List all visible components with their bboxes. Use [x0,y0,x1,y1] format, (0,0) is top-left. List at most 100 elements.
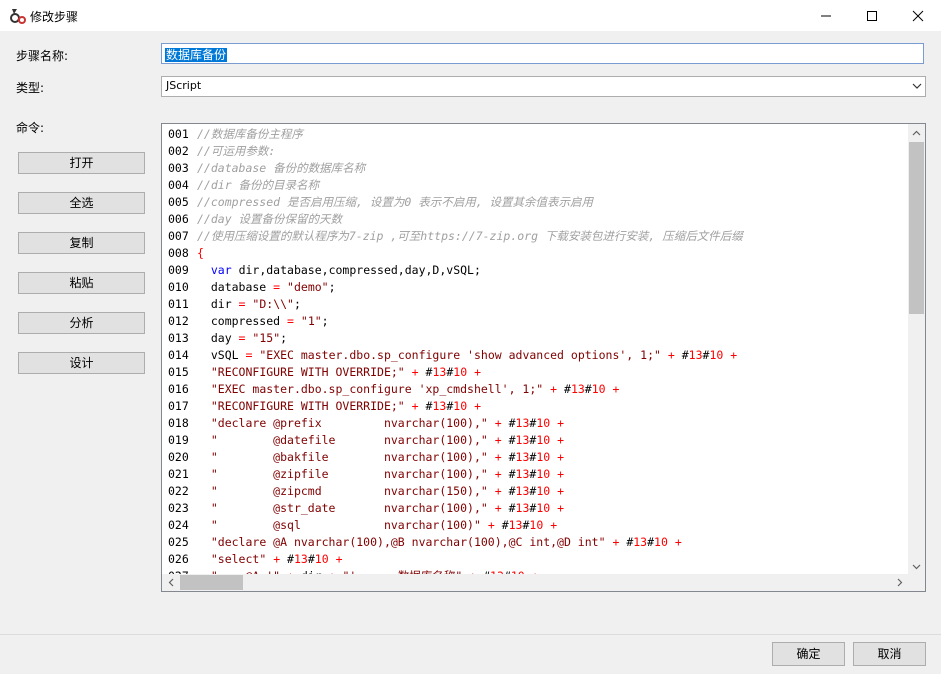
code-token: 13 [515,416,530,430]
horizontal-scrollbar[interactable] [162,574,908,591]
type-select[interactable]: JScript [161,76,926,97]
code-line[interactable]: 001 //数据库备份主程序 [168,126,908,143]
code-token: # [501,416,516,430]
code-token: + [550,518,558,532]
window-title: 修改步骤 [30,10,79,24]
code-line[interactable]: 002 //可运用参数: [168,143,908,160]
code-line[interactable]: 012 compressed = "1"; [168,313,908,330]
code-line[interactable]: 014 vSQL = "EXEC master.dbo.sp_configure… [168,347,908,364]
code-token: " @datefile nvarchar(100)," [210,433,488,447]
line-number: 001 [168,127,189,141]
code-token: 10 [529,518,544,532]
code-line[interactable]: 017 "RECONFIGURE WITH OVERRIDE;" + #13#1… [168,398,908,415]
close-button[interactable] [895,0,941,31]
code-area[interactable]: 001 //数据库备份主程序 002 //可运用参数: 003 //database 备份… [168,126,908,574]
code-token: + [494,484,502,498]
scroll-up-icon[interactable] [908,124,925,141]
scrollbar-corner [908,574,925,591]
code-token: //使用压缩设置的默认程序为7-zip ,可至https://7-zip.org… [197,229,743,243]
code-token: # [307,552,315,566]
code-line[interactable]: 008 { [168,245,908,262]
cancel-button[interactable]: 取消 [853,642,926,666]
code-token: # [501,484,516,498]
step-name-input[interactable]: 数据库备份 [161,43,924,64]
scroll-left-icon[interactable] [162,574,179,591]
code-line[interactable]: 007 //使用压缩设置的默认程序为7-zip ,可至https://7-zip.… [168,228,908,245]
maximize-icon [867,10,877,21]
code-token: + [474,365,481,379]
app-icon [9,7,27,25]
paste-button[interactable]: 粘贴 [18,272,145,294]
code-line[interactable]: 005 //compressed 是否启用压缩, 设置为0 表示不启用, 设置其余… [168,194,908,211]
code-token: 10 [654,535,668,549]
copy-button[interactable]: 复制 [18,232,145,254]
code-line[interactable]: 006 //day 设置备份保留的天数 [168,211,908,228]
vertical-scrollbar[interactable] [908,124,925,575]
code-line[interactable]: 013 day = "15"; [168,330,908,347]
analyze-button[interactable]: 分析 [18,312,145,334]
maximize-button[interactable] [849,0,895,31]
code-token: //数据库备份主程序 [197,127,303,141]
code-token: + [494,501,502,515]
line-number: 006 [168,212,189,226]
code-line[interactable]: 024 " @sql nvarchar(100)" + #13#10 + [168,517,908,534]
line-number: 018 [168,416,189,430]
code-line[interactable]: 010 database = "demo"; [168,279,908,296]
code-line[interactable]: 003 //database 备份的数据库名称 [168,160,908,177]
line-number: 009 [168,263,189,277]
code-token: # [584,382,592,396]
scroll-right-icon[interactable] [891,574,908,591]
code-token: "1" [300,314,322,328]
code-token: //compressed 是否启用压缩, 设置为0 表示不启用, 设置其余值表示… [197,195,594,209]
code-line[interactable]: 025 "declare @A nvarchar(100),@B nvarcha… [168,534,908,551]
code-line[interactable]: 019 " @datefile nvarchar(100)," + #13#10… [168,432,908,449]
code-line[interactable]: 026 "select" + #13#10 + [168,551,908,568]
code-token: //可运用参数: [197,144,276,158]
horizontal-scroll-thumb[interactable] [180,575,243,590]
code-token: 13 [515,501,530,515]
code-line[interactable]: 021 " @zipfile nvarchar(100)," + #13#10 … [168,466,908,483]
code-token: + [494,450,502,464]
code-token: # [647,535,655,549]
ok-button[interactable]: 确定 [772,642,845,666]
code-line[interactable]: 015 "RECONFIGURE WITH OVERRIDE;" + #13#1… [168,364,908,381]
code-line[interactable]: 009 var dir,database,compressed,day,D,vS… [168,262,908,279]
line-number: 010 [168,280,189,294]
design-button[interactable]: 设计 [18,352,145,374]
code-line[interactable]: 004 //dir 备份的目录名称 [168,177,908,194]
code-token: + [411,365,419,379]
open-button[interactable]: 打开 [18,152,145,174]
code-token: "select" [210,552,267,566]
line-number: 004 [168,178,189,192]
scroll-down-icon[interactable] [908,558,925,575]
code-token: 10 [709,348,724,362]
code-editor[interactable]: 001 //数据库备份主程序 002 //可运用参数: 003 //database 备份… [161,123,926,592]
code-line[interactable]: 011 dir = "D:\\"; [168,296,908,313]
code-line[interactable]: 016 "EXEC master.dbo.sp_configure 'xp_cm… [168,381,908,398]
code-token: 10 [453,365,468,379]
code-token: dir,database,compressed,day,D,vSQL; [231,263,481,277]
code-line[interactable]: 022 " @zipcmd nvarchar(150)," + #13#10 + [168,483,908,500]
code-line[interactable]: 023 " @str_date nvarchar(100)," + #13#10… [168,500,908,517]
code-token: # [619,535,634,549]
line-number: 012 [168,314,189,328]
code-token: compressed [197,314,288,328]
code-token: + [612,382,620,396]
code-line[interactable]: 018 "declare @prefix nvarchar(100)," + #… [168,415,908,432]
vertical-scroll-thumb[interactable] [909,142,924,314]
code-line[interactable]: 020 " @bakfile nvarchar(100)," + #13#10 … [168,449,908,466]
minimize-button[interactable] [803,0,849,31]
select-all-button[interactable]: 全选 [18,192,145,214]
step-name-value[interactable]: 数据库备份 [165,48,228,62]
